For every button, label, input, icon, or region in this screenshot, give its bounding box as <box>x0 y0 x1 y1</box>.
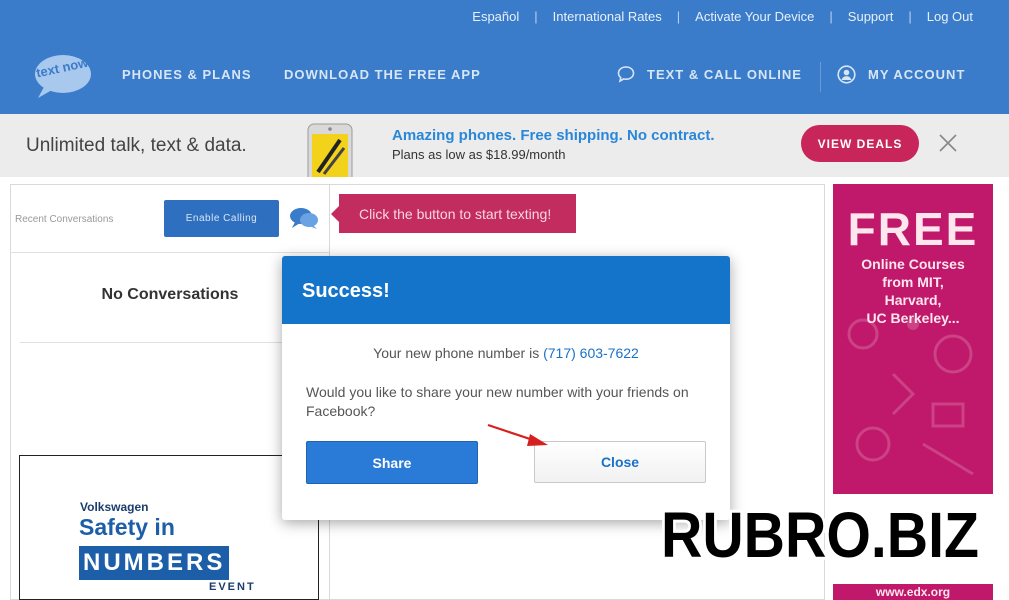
view-deals-button[interactable]: VIEW DEALS <box>801 125 919 162</box>
tooltip-arrow <box>331 206 339 222</box>
enable-calling-button[interactable]: Enable Calling <box>164 200 279 237</box>
logout-link[interactable]: Log Out <box>927 9 973 24</box>
start-texting-tooltip: Click the button to start texting! <box>339 194 576 233</box>
nav-divider <box>820 62 821 92</box>
divider <box>10 252 330 253</box>
separator: | <box>676 9 681 24</box>
nav-download-app[interactable]: DOWNLOAD THE FREE APP <box>284 67 481 82</box>
volkswagen-ad[interactable]: Volkswagen Safety in NUMBERS EVENT <box>19 455 319 600</box>
promo-subline: Plans as low as $18.99/month <box>392 147 566 162</box>
ad-headline: Safety in <box>79 514 175 540</box>
chat-bubble-icon <box>617 66 635 83</box>
ad-free-headline: FREE <box>847 203 979 255</box>
nav-phones-plans[interactable]: PHONES & PLANS <box>122 67 252 82</box>
divider <box>20 342 320 343</box>
share-button[interactable]: Share <box>306 441 478 484</box>
separator: | <box>829 9 833 24</box>
support-link[interactable]: Support <box>848 9 894 24</box>
main-nav: text now PHONES & PLANS DOWNLOAD THE FRE… <box>0 33 1009 114</box>
annotation-arrow-icon <box>487 423 548 446</box>
edx-ad[interactable]: FREE Online Courses from MIT, Harvard, U… <box>833 184 993 494</box>
separator: | <box>534 9 538 24</box>
watermark-text: RUBRO.BIZ <box>661 499 979 567</box>
close-icon[interactable] <box>938 133 958 153</box>
activate-device-link[interactable]: Activate Your Device <box>695 9 814 24</box>
ad-line: Online Courses <box>861 256 965 272</box>
phone-image <box>307 123 353 177</box>
textnow-logo[interactable]: text now <box>32 53 94 99</box>
dialog-header: Success! <box>282 256 730 324</box>
promo-banner: Unlimited talk, text & data. Amazing pho… <box>0 114 1009 177</box>
language-link[interactable]: Español <box>472 9 519 24</box>
nav-my-account[interactable]: MY ACCOUNT <box>868 67 965 82</box>
new-number-message: Your new phone number is (717) 603-7622 <box>282 345 730 361</box>
ad-numbers-text: NUMBERS <box>79 546 230 580</box>
watermark-logo: RUBRO.BIZ RUBRO.BIZ <box>658 497 982 567</box>
success-dialog: Success! Your new phone number is (717) … <box>282 256 730 520</box>
dialog-title: Success! <box>302 280 390 302</box>
utility-bar: Español | International Rates | Activate… <box>0 0 1009 33</box>
user-icon <box>837 65 856 84</box>
new-number-prefix: Your new phone number is <box>373 345 544 361</box>
promo-tagline: Unlimited talk, text & data. <box>26 135 247 156</box>
ad-line: Harvard, <box>884 292 942 308</box>
separator: | <box>908 9 912 24</box>
phone-number: (717) 603-7622 <box>543 345 639 361</box>
new-message-icon[interactable] <box>289 206 319 230</box>
close-button[interactable]: Close <box>534 441 706 483</box>
international-rates-link[interactable]: International Rates <box>553 9 662 24</box>
nav-text-call-online[interactable]: TEXT & CALL ONLINE <box>647 67 802 82</box>
share-question: Would you like to share your new number … <box>306 384 689 419</box>
ad-line: from MIT, <box>882 274 944 290</box>
utility-links: Español | International Rates | Activate… <box>472 0 973 33</box>
recent-conversations-label: Recent Conversations <box>15 214 114 225</box>
promo-headline: Amazing phones. Free shipping. No contra… <box>392 127 715 144</box>
ad-url[interactable]: www.edx.org <box>833 584 993 600</box>
ad-brand: Volkswagen <box>80 500 149 514</box>
ad-event-text: EVENT <box>209 581 256 593</box>
ad-line: UC Berkeley... <box>866 310 960 326</box>
